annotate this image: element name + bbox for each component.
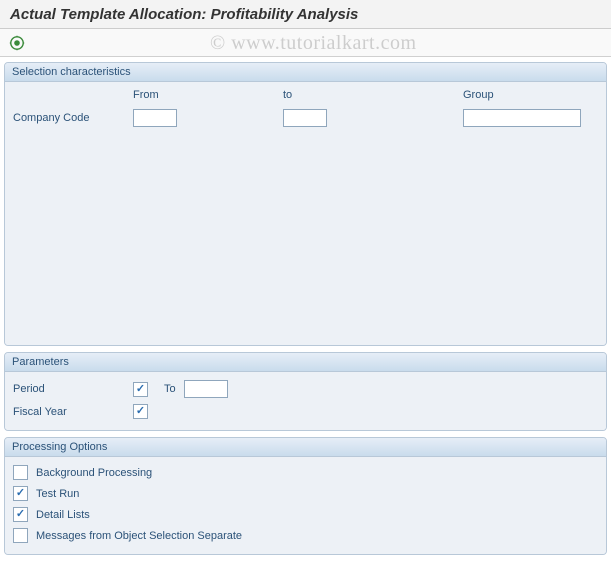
parameters-panel: Parameters Period To Fiscal Year	[4, 352, 607, 431]
period-to-input[interactable]	[184, 380, 228, 398]
page-title: Actual Template Allocation: Profitabilit…	[0, 0, 611, 29]
selection-panel: Selection characteristics From to Group …	[4, 62, 607, 346]
test-run-label: Test Run	[36, 488, 79, 500]
period-label: Period	[13, 383, 133, 395]
fiscal-year-checkbox[interactable]	[133, 404, 148, 419]
column-from: From	[133, 89, 283, 101]
content-area: Selection characteristics From to Group …	[0, 57, 611, 566]
processing-panel: Processing Options Background Processing…	[4, 437, 607, 555]
detail-lists-checkbox[interactable]	[13, 507, 28, 522]
selection-column-headers: From to Group	[13, 87, 598, 107]
row-test-run: Test Run	[13, 483, 598, 504]
msg-separate-label: Messages from Object Selection Separate	[36, 530, 242, 542]
processing-panel-header: Processing Options	[5, 438, 606, 457]
row-company-code: Company Code	[13, 107, 598, 129]
row-detail-lists: Detail Lists	[13, 504, 598, 525]
row-msg-separate: Messages from Object Selection Separate	[13, 525, 598, 546]
company-code-to-input[interactable]	[283, 109, 327, 127]
period-to-label: To	[164, 383, 176, 395]
background-checkbox[interactable]	[13, 465, 28, 480]
column-group: Group	[463, 89, 598, 101]
execute-icon[interactable]	[8, 34, 26, 52]
row-period: Period To	[13, 377, 598, 401]
test-run-checkbox[interactable]	[13, 486, 28, 501]
row-fiscal-year: Fiscal Year	[13, 401, 598, 422]
toolbar	[0, 29, 611, 57]
company-code-label: Company Code	[13, 112, 133, 124]
period-checkbox[interactable]	[133, 382, 148, 397]
company-code-from-input[interactable]	[133, 109, 177, 127]
company-code-group-input[interactable]	[463, 109, 581, 127]
selection-panel-body: From to Group Company Code	[5, 82, 606, 345]
msg-separate-checkbox[interactable]	[13, 528, 28, 543]
column-to: to	[283, 89, 463, 101]
processing-panel-body: Background Processing Test Run Detail Li…	[5, 457, 606, 554]
selection-panel-header: Selection characteristics	[5, 63, 606, 82]
fiscal-year-label: Fiscal Year	[13, 406, 133, 418]
detail-lists-label: Detail Lists	[36, 509, 90, 521]
parameters-panel-body: Period To Fiscal Year	[5, 372, 606, 430]
parameters-panel-header: Parameters	[5, 353, 606, 372]
background-label: Background Processing	[36, 467, 152, 479]
row-background: Background Processing	[13, 462, 598, 483]
